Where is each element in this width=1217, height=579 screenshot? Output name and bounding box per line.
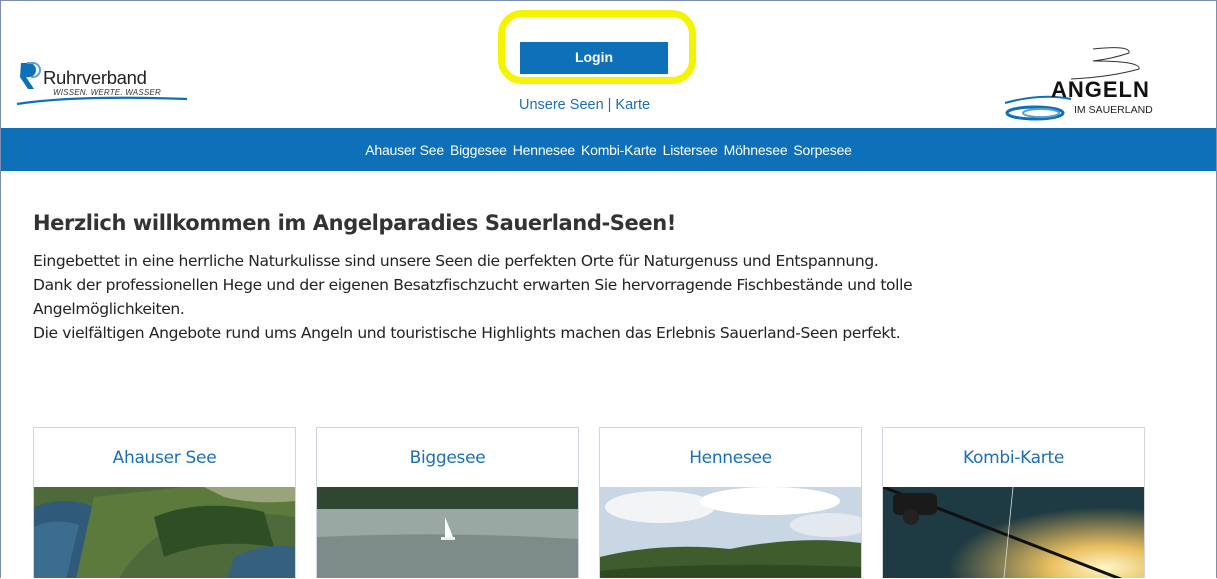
fishing-rod-sunset-image [883, 487, 1144, 578]
link-unsere-seen[interactable]: Unsere Seen [519, 97, 604, 113]
card-image-hennesee[interactable] [600, 487, 861, 578]
nav-item-kombi-karte[interactable]: Kombi-Karte [581, 142, 657, 158]
card-title[interactable]: Hennesee [600, 428, 861, 487]
card-image-biggesee[interactable] [317, 487, 578, 578]
nav-item-ahauser-see[interactable]: Ahauser See [365, 142, 444, 158]
link-karte[interactable]: Karte [615, 97, 650, 113]
card-image-kombi-karte[interactable] [883, 487, 1144, 578]
ruhrverband-logo[interactable]: Ruhrverband WISSEN. WERTE. WASSER [16, 61, 189, 125]
lake-card-biggesee[interactable]: Biggesee [316, 427, 579, 578]
card-title[interactable]: Kombi-Karte [883, 428, 1144, 487]
sailboat-lake-image [317, 487, 578, 578]
nav-item-listersee[interactable]: Listersee [663, 142, 718, 158]
lake-card-ahauser-see[interactable]: Ahauser See [33, 427, 296, 578]
ruhrverband-name: Ruhrverband [43, 67, 147, 88]
ruhrverband-swoosh-icon [16, 96, 188, 106]
angeln-wordmark: ANGELN [1051, 77, 1150, 102]
ruhrverband-r-icon [20, 62, 41, 89]
intro-text: Eingebettet in eine herrliche Naturkulis… [33, 249, 1193, 345]
page-title: Herzlich willkommen im Angelparadies Sau… [33, 211, 676, 235]
link-separator: | [607, 97, 612, 113]
lake-card-hennesee[interactable]: Hennesee [599, 427, 862, 578]
angeln-subtitle: IM SAUERLAND [1074, 104, 1153, 116]
card-title[interactable]: Ahauser See [34, 428, 295, 487]
nav-item-sorpesee[interactable]: Sorpesee [793, 142, 852, 158]
aerial-lake-image [34, 487, 295, 578]
lake-navigation: Ahauser See Biggesee Hennesee Kombi-Kart… [1, 128, 1216, 171]
intro-line: Angelmöglichkeiten. [33, 300, 185, 318]
nav-item-biggesee[interactable]: Biggesee [450, 142, 507, 158]
nav-item-hennesee[interactable]: Hennesee [513, 142, 575, 158]
intro-line: Dank der professionellen Hege und der ei… [33, 276, 913, 294]
login-button[interactable]: Login [520, 42, 668, 74]
intro-line: Eingebettet in eine herrliche Naturkulis… [33, 252, 879, 270]
forest-lake-image [600, 487, 861, 578]
lake-card-kombi-karte[interactable]: Kombi-Karte [882, 427, 1145, 578]
browser-page: Ruhrverband WISSEN. WERTE. WASSER Login … [0, 0, 1217, 578]
site-header: Ruhrverband WISSEN. WERTE. WASSER Login … [1, 1, 1216, 128]
angeln-im-sauerland-logo[interactable]: ANGELN IM SAUERLAND [1001, 41, 1191, 123]
top-links: Unsere Seen | Karte [519, 97, 650, 113]
nav-item-moehnesee[interactable]: Möhnesee [724, 142, 788, 158]
intro-line: Die vielfältigen Angebote rund ums Angel… [33, 324, 901, 342]
card-title[interactable]: Biggesee [317, 428, 578, 487]
main-content: Herzlich willkommen im Angelparadies Sau… [33, 211, 1193, 345]
card-image-ahauser-see[interactable] [34, 487, 295, 578]
